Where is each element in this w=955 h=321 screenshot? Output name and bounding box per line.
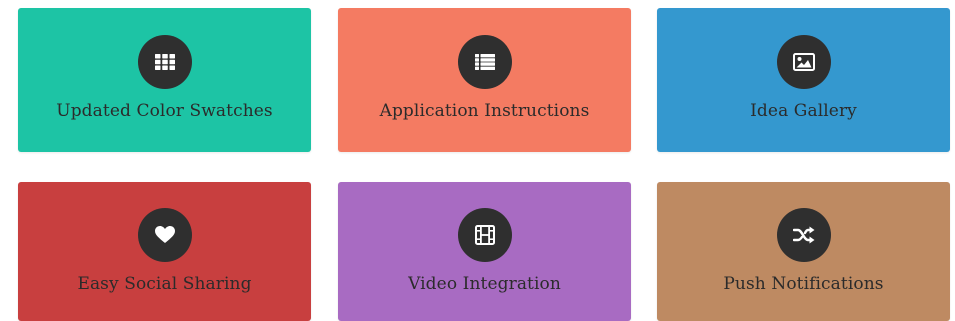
feature-grid: Updated Color Swatches Application Instr…: [0, 0, 955, 321]
tile-push-notifications[interactable]: Push Notifications: [657, 182, 950, 321]
tile-video-integration[interactable]: Video Integration: [338, 182, 631, 321]
tile-updated-color-swatches[interactable]: Updated Color Swatches: [18, 8, 311, 152]
shuffle-icon: [776, 208, 831, 262]
heart-icon: [137, 208, 192, 262]
image-icon: [776, 35, 831, 89]
tile-application-instructions[interactable]: Application Instructions: [338, 8, 631, 152]
tile-idea-gallery[interactable]: Idea Gallery: [657, 8, 950, 152]
film-icon: [457, 208, 512, 262]
tile-label: Updated Color Swatches: [56, 101, 273, 121]
tile-label: Push Notifications: [723, 274, 884, 294]
tile-label: Application Instructions: [379, 101, 590, 121]
tile-easy-social-sharing[interactable]: Easy Social Sharing: [18, 182, 311, 321]
list-icon: [457, 35, 512, 89]
tile-label: Easy Social Sharing: [77, 274, 252, 294]
tile-label: Idea Gallery: [750, 101, 857, 121]
tile-label: Video Integration: [408, 274, 561, 294]
grid-icon: [137, 35, 192, 89]
